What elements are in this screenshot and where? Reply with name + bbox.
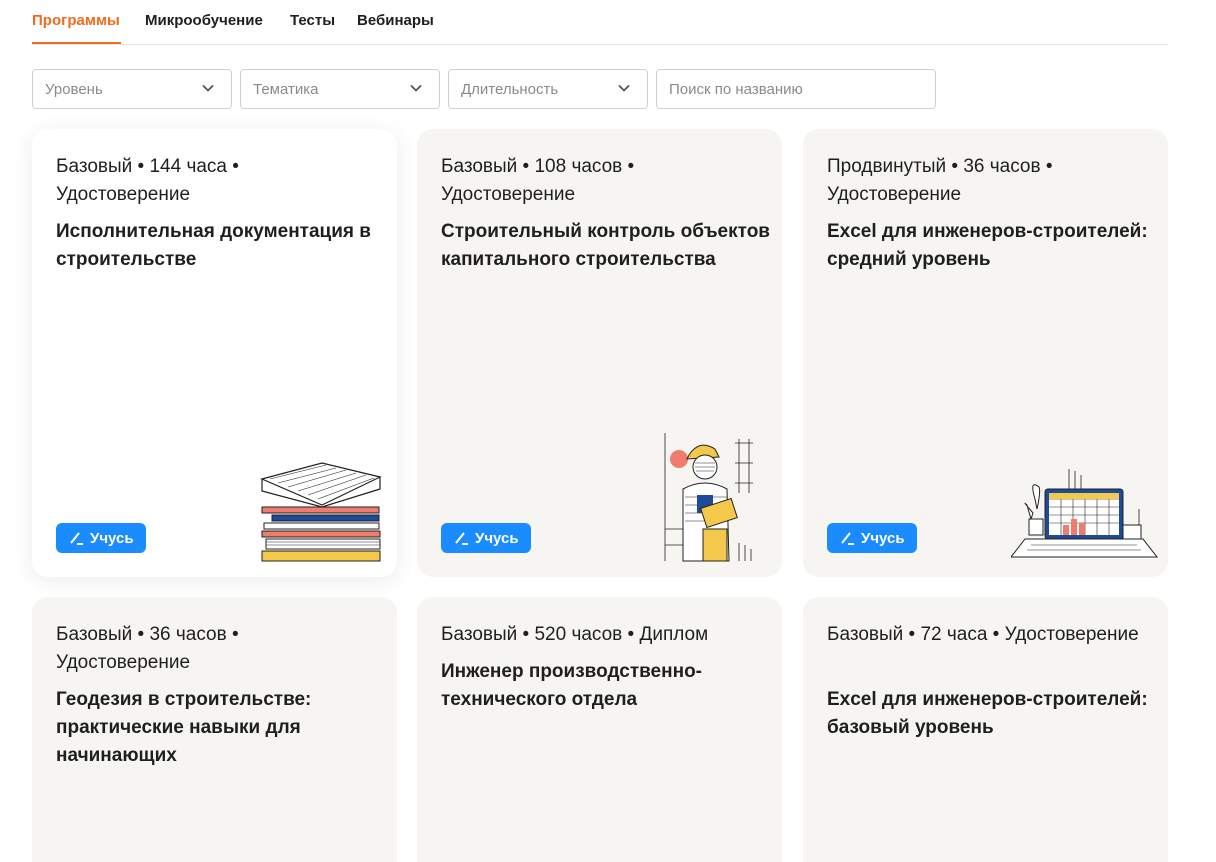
learn-button-label: Учусь: [475, 529, 519, 547]
course-title: Исполнительная документация в строительс…: [56, 221, 371, 270]
course-title: Excel для инженеров-строителей: средний …: [827, 221, 1148, 270]
learn-button[interactable]: Учусь: [827, 523, 917, 553]
course-card[interactable]: Продвинутый • 36 часов • Удостоверение E…: [803, 129, 1168, 577]
document-stack-icon: [260, 462, 382, 562]
course-meta: Базовый • 72 часа • Удостоверение: [827, 624, 1139, 645]
pencil-icon: [455, 532, 468, 545]
level-filter-dropdown[interactable]: Уровень: [32, 69, 232, 109]
duration-filter-dropdown[interactable]: Длительность: [448, 69, 648, 109]
chevron-down-icon: [410, 84, 422, 92]
learn-button[interactable]: Учусь: [56, 523, 146, 553]
chevron-down-icon: [618, 84, 630, 92]
active-tab-underline: [32, 42, 121, 44]
laptop-chart-icon: [1011, 469, 1159, 558]
pencil-icon: [841, 532, 854, 545]
tab-webinars[interactable]: Вебинары: [357, 12, 434, 29]
tab-bar: Программы Микрообучение Тесты Вебинары: [32, 0, 1168, 45]
tab-programs[interactable]: Программы: [32, 12, 120, 29]
course-title: Строительный контроль объектов капитальн…: [441, 221, 770, 270]
builder-with-clipboard-icon: [664, 433, 753, 562]
course-card[interactable]: Базовый • 144 часа • Удостоверение Испол…: [32, 129, 397, 577]
course-meta: Базовый • 520 часов • Диплом: [441, 624, 709, 645]
search-by-name-input[interactable]: [656, 69, 936, 109]
course-meta: Базовый • 36 часов • Удостоверение: [56, 624, 239, 673]
topic-filter-dropdown[interactable]: Тематика: [240, 69, 440, 109]
course-card[interactable]: Базовый • 72 часа • Удостоверение Excel …: [803, 597, 1168, 862]
course-title: Геодезия в строительстве: практические н…: [56, 689, 312, 766]
learn-button-label: Учусь: [90, 529, 134, 547]
duration-filter-label: Длительность: [461, 81, 559, 98]
course-meta: Базовый • 108 часов • Удостоверение: [441, 156, 635, 205]
learn-button[interactable]: Учусь: [441, 523, 531, 553]
course-card[interactable]: Базовый • 36 часов • Удостоверение Геоде…: [32, 597, 397, 862]
level-filter-label: Уровень: [45, 81, 103, 98]
course-meta: Базовый • 144 часа • Удостоверение: [56, 156, 239, 205]
pencil-icon: [70, 532, 83, 545]
tab-tests[interactable]: Тесты: [290, 12, 335, 29]
course-card[interactable]: Базовый • 520 часов • Диплом Инженер про…: [417, 597, 782, 862]
topic-filter-label: Тематика: [253, 81, 319, 98]
course-title: Excel для инженеров-строителей: базовый …: [827, 689, 1148, 738]
chevron-down-icon: [202, 84, 214, 92]
course-meta: Продвинутый • 36 часов • Удостоверение: [827, 156, 1053, 205]
learn-button-label: Учусь: [861, 529, 905, 547]
course-title: Инженер производственно-технического отд…: [441, 661, 703, 710]
course-card[interactable]: Базовый • 108 часов • Удостоверение Стро…: [417, 129, 782, 577]
tab-microlearning[interactable]: Микрообучение: [145, 12, 263, 29]
